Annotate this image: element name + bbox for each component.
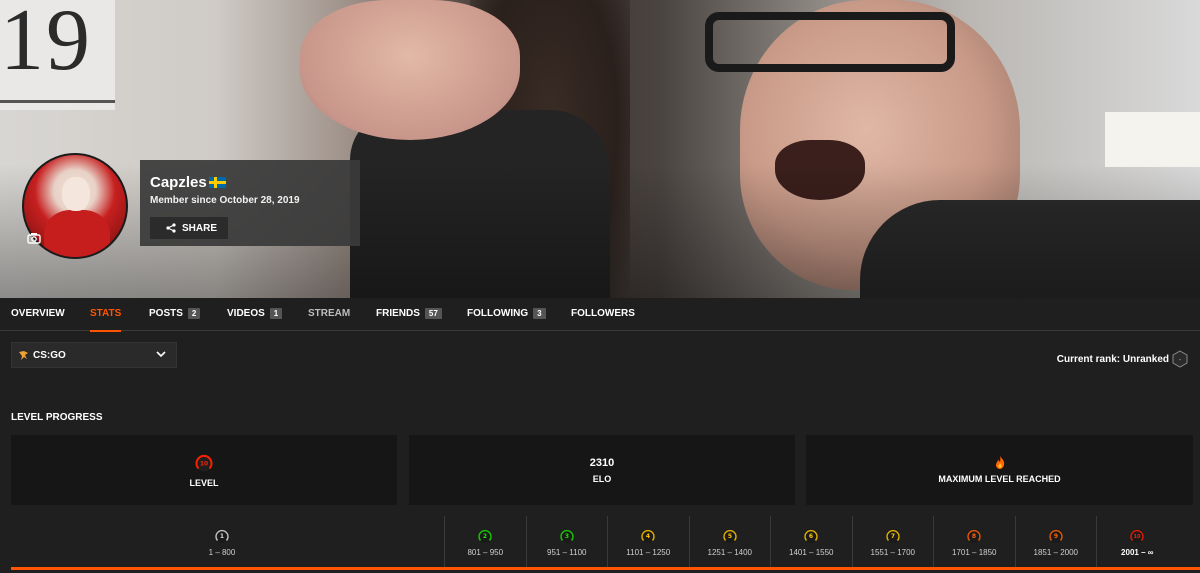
username: Capzles <box>150 174 207 191</box>
svg-text:8: 8 <box>972 533 976 540</box>
svg-text:6: 6 <box>809 533 813 540</box>
tab-friends[interactable]: FRIENDS 57 <box>376 308 442 319</box>
profile-tabs: OVERVIEW STATS POSTS 2 VIDEOS 1 STREAM FRI… <box>0 298 1200 332</box>
friends-count-badge: 57 <box>424 308 442 319</box>
elo-card: 2310 ELO <box>409 435 795 505</box>
elo-value: 2310 <box>589 456 615 469</box>
level-1-range-item: 1 1 – 800 <box>0 516 444 568</box>
level-8-icon: 8 <box>967 528 982 543</box>
tab-stream[interactable]: STREAM <box>308 308 350 319</box>
profile-banner: 19 <box>0 0 1200 298</box>
level-10-range-item: 10 2001 – ∞ <box>1096 516 1178 568</box>
level-range-label: 2001 – ∞ <box>1121 547 1154 557</box>
level-6-range-item: 6 1401 – 1550 <box>770 516 852 568</box>
svg-text:7: 7 <box>891 533 895 540</box>
unranked-icon: - <box>1172 350 1188 368</box>
max-level-label: MAXIMUM LEVEL REACHED <box>938 474 1061 484</box>
level-2-range-item: 2 801 – 950 <box>444 516 526 568</box>
current-rank-label: Current rank: Unranked <box>1056 354 1169 365</box>
videos-count-badge: 1 <box>269 308 283 319</box>
level-range-label: 1401 – 1550 <box>789 547 834 557</box>
following-count-badge: 3 <box>533 308 546 319</box>
svg-text:5: 5 <box>728 533 732 540</box>
tab-following[interactable]: FOLLOWING 3 <box>467 308 546 319</box>
camera-icon[interactable] <box>27 232 41 244</box>
share-icon <box>166 223 176 233</box>
level-card: 10 LEVEL <box>11 435 397 505</box>
tab-overview[interactable]: OVERVIEW <box>11 308 65 319</box>
level-range-label: 1 – 800 <box>208 547 236 557</box>
svg-text:9: 9 <box>1054 533 1058 540</box>
level-4-range-item: 4 1101 – 1250 <box>607 516 689 568</box>
svg-text:10: 10 <box>1134 534 1141 540</box>
tab-videos[interactable]: VIDEOS 1 <box>227 308 283 319</box>
tab-followers[interactable]: FOLLOWERS <box>571 308 635 319</box>
chevron-down-icon <box>156 351 166 358</box>
level-progress-bar <box>11 567 1200 570</box>
svg-text:10: 10 <box>200 460 208 467</box>
level-9-icon: 9 <box>1048 528 1063 543</box>
member-since: Member since October 28, 2019 <box>150 195 300 206</box>
level-range-label: 951 – 1100 <box>547 547 587 557</box>
selected-game: CS:GO <box>33 349 66 361</box>
level-ranges: 1 1 – 800 2 801 – 950 3 951 – 1100 4 1101 – 125… <box>0 516 1200 568</box>
level-range-label: 1101 – 1250 <box>626 547 671 557</box>
csgo-icon <box>19 350 28 360</box>
level-2-icon: 2 <box>478 528 493 543</box>
level-7-icon: 7 <box>885 528 900 543</box>
level-3-range-item: 3 951 – 1100 <box>525 516 608 568</box>
game-select-dropdown[interactable]: CS:GO <box>11 342 177 368</box>
elo-label: ELO <box>592 473 612 484</box>
sweden-flag-icon <box>209 177 226 188</box>
level-10-icon: 10 <box>1130 528 1145 543</box>
posts-count-badge: 2 <box>187 308 201 319</box>
level-progress-title: LEVEL PROGRESS <box>11 412 103 423</box>
level-6-icon: 6 <box>804 528 819 543</box>
level-10-icon: 10 <box>195 454 213 471</box>
level-4-icon: 4 <box>641 528 656 543</box>
fire-icon <box>995 456 1004 469</box>
level-8-range-item: 8 1701 – 1850 <box>933 516 1015 568</box>
level-1-icon: 1 <box>215 528 229 543</box>
svg-text:2: 2 <box>483 533 487 540</box>
level-range-label: 1851 – 2000 <box>1033 547 1079 557</box>
level-range-label: 1551 – 1700 <box>870 547 916 557</box>
level-range-label: 1251 – 1400 <box>707 547 753 557</box>
tab-posts[interactable]: POSTS 2 <box>149 308 201 319</box>
svg-text:1: 1 <box>220 533 224 540</box>
tab-stats[interactable]: STATS <box>90 308 122 332</box>
level-label: LEVEL <box>189 477 219 488</box>
svg-text:4: 4 <box>646 533 650 540</box>
level-range-label: 801 – 950 <box>467 547 504 557</box>
level-3-icon: 3 <box>559 528 574 543</box>
level-7-range-item: 7 1551 – 1700 <box>851 516 934 568</box>
share-label: SHARE <box>182 222 218 234</box>
level-5-icon: 5 <box>722 528 737 543</box>
level-9-range-item: 9 1851 – 2000 <box>1014 516 1097 568</box>
level-5-range-item: 5 1251 – 1400 <box>688 516 771 568</box>
svg-text:3: 3 <box>565 533 569 540</box>
max-level-card: MAXIMUM LEVEL REACHED <box>806 435 1193 505</box>
share-button[interactable]: SHARE <box>150 217 228 239</box>
level-range-label: 1701 – 1850 <box>952 547 997 557</box>
